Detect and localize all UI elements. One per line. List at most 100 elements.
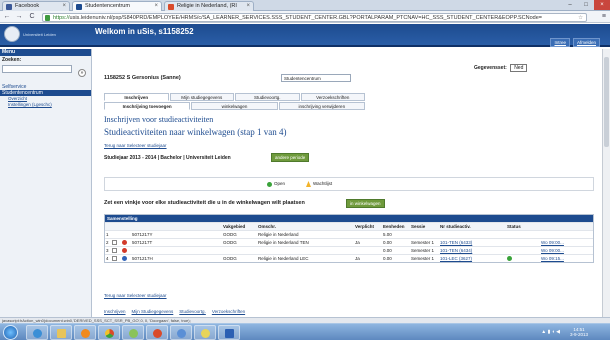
footer-link-studievoortgang[interactable]: Studievoortg. bbox=[179, 309, 206, 314]
status-cell bbox=[506, 239, 540, 246]
activity-code: 5071217Y bbox=[132, 232, 153, 237]
browser-menu-icon[interactable]: ≡ bbox=[602, 12, 606, 22]
footer-link-studiegegevens[interactable]: Mijn Studiegegevens bbox=[132, 309, 174, 314]
tab-inschrijven[interactable]: Inschrijven bbox=[104, 93, 169, 101]
studieactiviteit-link[interactable] bbox=[439, 231, 506, 238]
university-logo bbox=[4, 26, 20, 42]
minimize-icon[interactable]: – bbox=[562, 0, 578, 10]
tab-verzoekschriften[interactable]: Verzoekschriften bbox=[300, 93, 365, 101]
browser-tab-religie[interactable]: Religie in Nederland, (RI × bbox=[164, 1, 254, 11]
page-icon bbox=[168, 4, 174, 10]
start-button[interactable] bbox=[3, 325, 18, 340]
address-toolbar: ← → C https://usis.leidenuniv.nl/psp/S84… bbox=[0, 11, 610, 23]
eenheden: 5.00 bbox=[383, 232, 392, 237]
close-tab-icon[interactable]: × bbox=[154, 2, 158, 11]
main-content: Gegevensset: Ned 1158252 S Gersonius (Sa… bbox=[96, 49, 601, 317]
taskbar-chrome[interactable] bbox=[98, 325, 120, 340]
open-status-icon bbox=[267, 182, 272, 187]
footer-link-verzoekschriften[interactable]: Verzoekschriften bbox=[212, 309, 245, 314]
header-link-afmelden[interactable]: Afmelden bbox=[572, 38, 600, 47]
studieactiviteit-link[interactable]: 101-TEN (6433) bbox=[439, 239, 506, 246]
center-select[interactable]: Studentencentrum bbox=[281, 74, 351, 82]
schedule-link[interactable]: Wo 09:15... bbox=[540, 255, 580, 262]
taskbar-app6[interactable] bbox=[146, 325, 168, 340]
page-scrollbar[interactable] bbox=[602, 49, 610, 317]
maximize-icon[interactable]: □ bbox=[578, 0, 594, 10]
verplicht bbox=[354, 247, 382, 254]
table-row: 1 5071217Y GODG Religie in Nederland 5.00 bbox=[105, 230, 593, 238]
gegevensset-selector: Gegevensset: Ned bbox=[474, 64, 528, 72]
system-clock[interactable]: 14:51 3-9-2013 bbox=[570, 327, 588, 337]
schedule-link[interactable]: Wo 09:00... bbox=[540, 247, 580, 254]
reload-icon[interactable]: C bbox=[27, 12, 37, 22]
forward-arrow-icon[interactable]: → bbox=[14, 12, 24, 22]
tab-label: Facebook bbox=[15, 3, 40, 9]
activity-code: 5071217H bbox=[132, 256, 153, 261]
taskbar-app7[interactable] bbox=[170, 325, 192, 340]
back-link-bottom[interactable]: Terug naar Selecteer studiejaar bbox=[104, 293, 167, 298]
row-icon-cell bbox=[121, 231, 131, 238]
table-row: 3 0.00 Semester 1 101-TEN (6434) Wo 09:00... bbox=[105, 246, 593, 254]
activities-table: Samenstelling Vakgebied Omschr. Verplich… bbox=[104, 214, 594, 263]
sidebar-item-instellingen[interactable]: Instellingen (Lgeschc) bbox=[0, 102, 91, 108]
row-icon-cell bbox=[121, 247, 131, 254]
info-icon[interactable] bbox=[122, 256, 127, 262]
address-bar[interactable]: https://usis.leidenuniv.nl/psp/S840PRD/E… bbox=[42, 12, 587, 22]
gegevensset-dropdown[interactable]: Ned bbox=[510, 64, 528, 72]
student-name: 1158252 S Gersonius (Sanne) bbox=[104, 75, 181, 81]
studieactiviteit-link[interactable]: 101-TEN (6434) bbox=[439, 247, 506, 254]
close-tab-icon[interactable]: × bbox=[246, 2, 250, 11]
close-window-icon[interactable]: × bbox=[594, 0, 610, 10]
select-checkbox[interactable] bbox=[112, 248, 117, 254]
taskbar-explorer[interactable] bbox=[50, 325, 72, 340]
back-link[interactable]: Terug naar Selecteer studiejaar bbox=[104, 143, 167, 148]
tab-mijn-studiegegevens[interactable]: Mijn studiegegevens bbox=[169, 93, 234, 101]
open-status-icon bbox=[507, 256, 512, 262]
studieactiviteit-link[interactable]: 101-LEC (3627) bbox=[439, 255, 506, 262]
tab-studievoortgang[interactable]: Studievoortg. bbox=[235, 93, 300, 101]
taskbar-app8[interactable] bbox=[194, 325, 216, 340]
row-icon-cell bbox=[121, 239, 131, 246]
subtab-winkelwagen[interactable]: winkelwagen bbox=[191, 102, 278, 110]
warning-icon[interactable] bbox=[122, 248, 127, 254]
browser-tab-studentencentrum[interactable]: Studentencentrum × bbox=[72, 1, 162, 11]
url-text: usis.leidenuniv.nl/psp/S840PRD/EMPLOYEE/… bbox=[69, 14, 542, 21]
header-link-intree[interactable]: Intree bbox=[550, 38, 570, 47]
verplicht bbox=[354, 231, 382, 238]
sessie: Semester 1 bbox=[411, 256, 435, 261]
status-cell bbox=[506, 231, 540, 238]
status-cell bbox=[506, 247, 540, 254]
subtab-inschrijving-verwijderen[interactable]: inschrijving verwijderen bbox=[278, 102, 365, 110]
browser-tab-facebook[interactable]: Facebook × bbox=[2, 1, 70, 11]
eenheden: 0.00 bbox=[383, 240, 392, 245]
search-go-button[interactable]: » bbox=[78, 69, 86, 77]
footer-link-inschrijven[interactable]: Inschrijven bbox=[104, 309, 126, 314]
col-header-vakgebied: Vakgebied bbox=[223, 224, 246, 229]
warning-icon[interactable] bbox=[122, 240, 127, 246]
system-tray-icons[interactable]: ▲ ▮ ◖ ◀ bbox=[541, 329, 560, 335]
center-select-value: Studentencentrum bbox=[284, 76, 321, 81]
bookmark-star-icon[interactable]: ☆ bbox=[578, 14, 583, 21]
andere-periode-button[interactable]: andere periode bbox=[271, 153, 310, 162]
legend-open-label: Open bbox=[274, 181, 286, 186]
select-checkbox[interactable] bbox=[112, 240, 117, 246]
table-row: 2 5071217T GODG Religie in Nederland TEN Ja 0… bbox=[105, 238, 593, 246]
schedule-link[interactable]: Wo 09:00... bbox=[540, 239, 580, 246]
back-arrow-icon[interactable]: ← bbox=[2, 12, 12, 22]
close-tab-icon[interactable]: × bbox=[62, 2, 66, 11]
taskbar-word[interactable] bbox=[218, 325, 240, 340]
verplicht: Ja bbox=[355, 240, 360, 245]
add-to-cart-button[interactable]: in winkelwagen bbox=[346, 199, 385, 208]
omschrijving bbox=[257, 247, 354, 254]
taskbar-ie[interactable] bbox=[26, 325, 48, 340]
scrollbar-thumb[interactable] bbox=[604, 57, 609, 147]
select-checkbox[interactable] bbox=[112, 256, 117, 262]
subtab-inschrijving-toevoegen[interactable]: Inschrijving toevoegen bbox=[104, 102, 191, 110]
schedule-link[interactable] bbox=[540, 231, 580, 238]
sessie: Semester 1 bbox=[411, 240, 435, 245]
taskbar-app5[interactable] bbox=[122, 325, 144, 340]
search-input[interactable] bbox=[2, 65, 72, 73]
eenheden: 0.00 bbox=[383, 248, 392, 253]
taskbar-media[interactable] bbox=[74, 325, 96, 340]
app-icon bbox=[177, 329, 186, 338]
